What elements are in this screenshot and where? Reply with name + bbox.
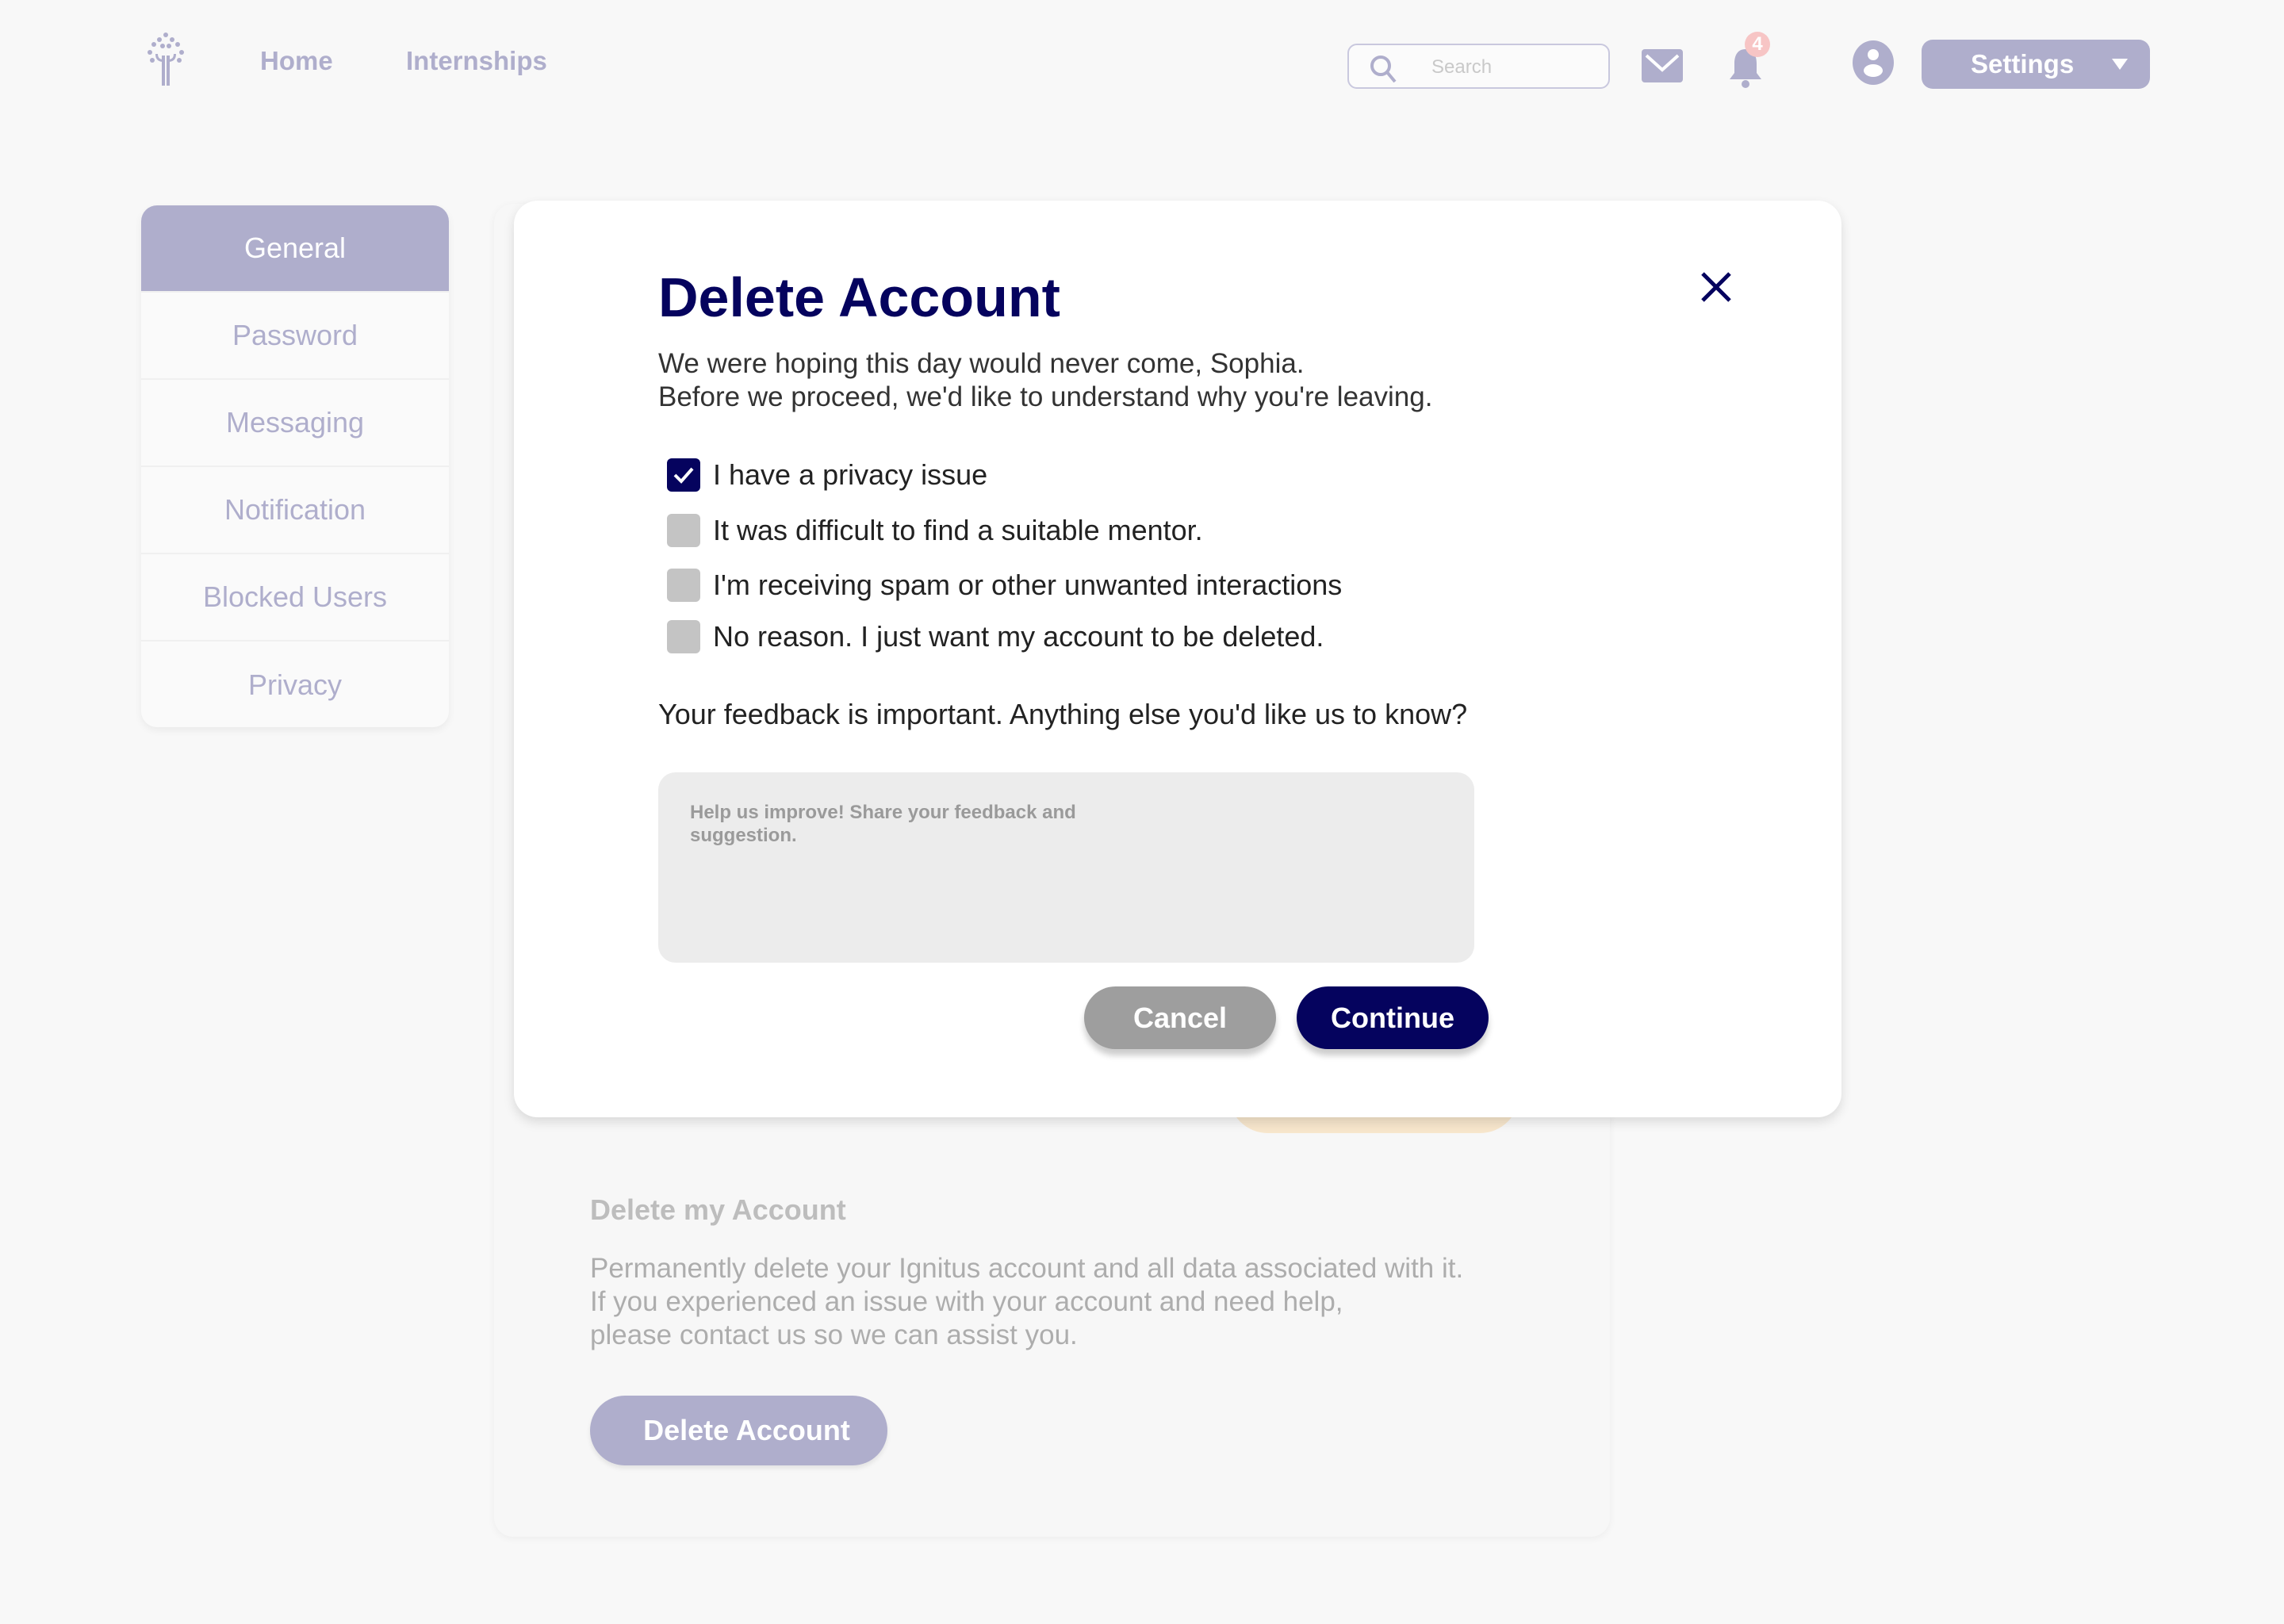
delete-account-button[interactable]: Delete Account: [590, 1396, 887, 1465]
reason-label: I'm receiving spam or other unwanted int…: [713, 569, 1343, 601]
settings-label: Settings: [1971, 49, 2075, 79]
reason-privacy[interactable]: I have a privacy issue: [667, 458, 987, 492]
description-line: Permanently delete your Ignitus account …: [590, 1253, 1464, 1284]
checkbox[interactable]: [667, 569, 700, 602]
reason-label: It was difficult to find a suitable ment…: [713, 514, 1203, 546]
feedback-placeholder: Help us improve! Share your feedback and…: [690, 802, 1076, 846]
modal-subtitle-line: We were hoping this day would never come…: [658, 348, 1305, 379]
reason-spam[interactable]: I'm receiving spam or other unwanted int…: [667, 569, 1342, 602]
chevron-down-icon: [2112, 59, 2128, 70]
user-avatar-icon[interactable]: [1853, 40, 1894, 85]
reason-label: No reason. I just want my account to be …: [713, 620, 1324, 653]
feedback-question: Your feedback is important. Anything els…: [658, 698, 1468, 730]
sidebar-item-password[interactable]: Password: [141, 293, 449, 380]
sidebar-item-blocked-users[interactable]: Blocked Users: [141, 554, 449, 642]
modal-title: Delete Account: [658, 266, 1060, 328]
checkmark-icon: [673, 467, 694, 484]
tree-logo-icon: [148, 33, 184, 86]
search-icon: [1370, 56, 1397, 83]
reason-label: I have a privacy issue: [713, 458, 988, 491]
delete-account-modal: Delete Account We were hoping this day w…: [514, 201, 1841, 1117]
sidebar-item-notification[interactable]: Notification: [141, 467, 449, 554]
delete-section-heading: Delete my Account: [590, 1193, 846, 1226]
settings-sidebar: General Password Messaging Notification …: [141, 205, 449, 727]
description-line: please contact us so we can assist you.: [590, 1320, 1078, 1350]
description-line: If you experienced an issue with your ac…: [590, 1286, 1343, 1317]
cancel-button[interactable]: Cancel: [1084, 986, 1276, 1049]
delete-section-description: Permanently delete your Ignitus account …: [590, 1252, 1463, 1352]
checkbox-checked[interactable]: [667, 458, 700, 492]
search-placeholder: Search: [1431, 56, 1493, 78]
sidebar-item-privacy[interactable]: Privacy: [141, 642, 449, 727]
modal-subtitle-line: Before we proceed, we'd like to understa…: [658, 381, 1433, 412]
close-icon[interactable]: [1700, 271, 1732, 303]
feedback-textarea[interactable]: Help us improve! Share your feedback and…: [658, 772, 1474, 963]
checkbox[interactable]: [667, 514, 700, 547]
search-input[interactable]: Search: [1347, 44, 1610, 89]
continue-button[interactable]: Continue: [1297, 986, 1489, 1049]
settings-dropdown[interactable]: Settings: [1922, 40, 2150, 89]
nav-internships[interactable]: Internships: [406, 46, 547, 76]
notification-badge: 4: [1745, 32, 1770, 57]
logo[interactable]: [146, 32, 186, 86]
reason-no-reason[interactable]: No reason. I just want my account to be …: [667, 620, 1324, 653]
sidebar-item-messaging[interactable]: Messaging: [141, 380, 449, 467]
reason-mentor[interactable]: It was difficult to find a suitable ment…: [667, 514, 1203, 547]
sidebar-item-general[interactable]: General: [141, 205, 449, 293]
checkbox[interactable]: [667, 620, 700, 653]
nav-home[interactable]: Home: [260, 46, 333, 76]
mail-icon[interactable]: [1642, 49, 1683, 82]
